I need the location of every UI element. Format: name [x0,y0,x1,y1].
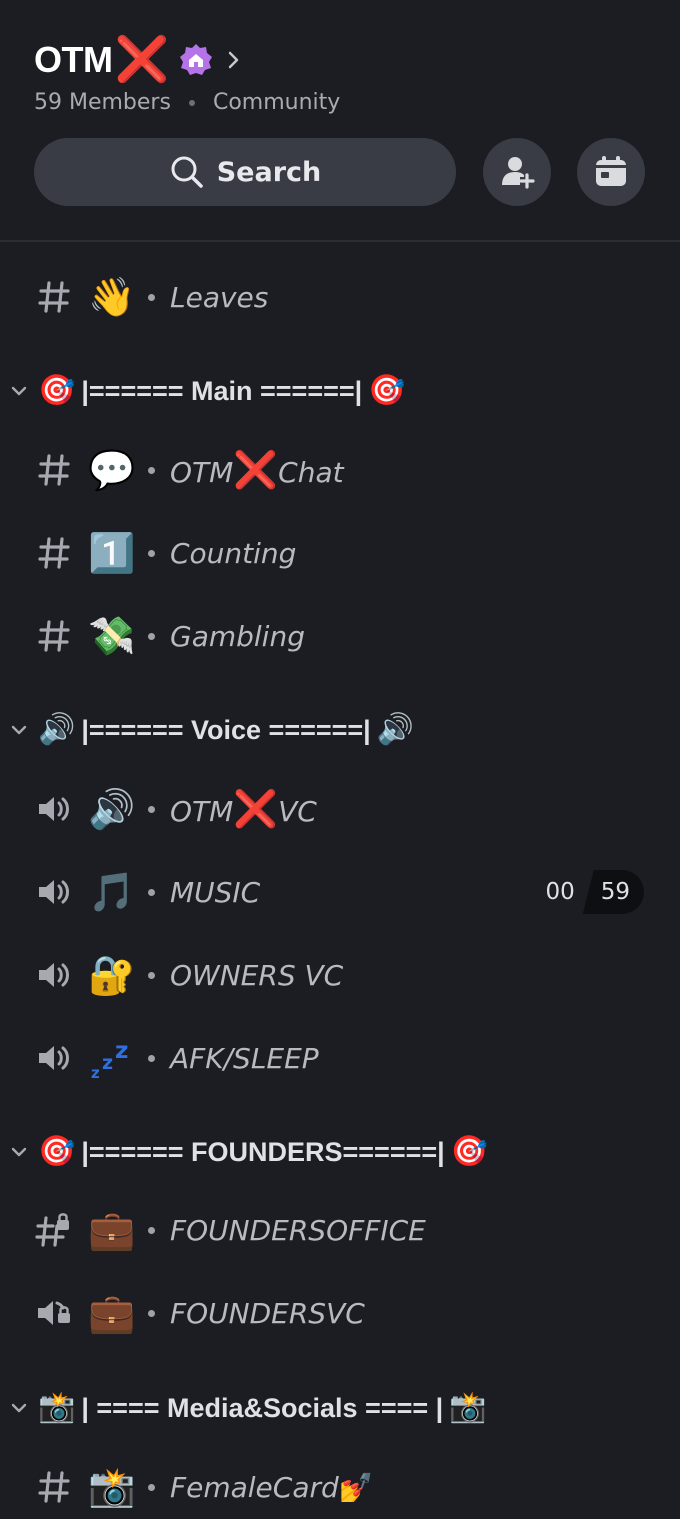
calendar-icon [596,156,626,186]
channel-separator [148,971,155,979]
server-header[interactable]: OTM ❌ 59 Members Community [34,34,654,116]
channel-emoji: 1️⃣ [88,531,136,575]
channel-name: AFK/SLEEP [170,1041,319,1075]
channel-emoji: 💼 [88,1291,136,1335]
channel-counting[interactable]: 1️⃣ Counting [0,523,680,583]
channel-name: MUSIC [170,875,261,909]
channel-separator [148,1226,155,1234]
locked-voice-channel-icon [34,1293,74,1333]
channel-foundersoffice[interactable]: 💼 FOUNDERSOFFICE [0,1200,680,1260]
category-emoji: 🔊 [38,712,76,747]
channel-emoji: 📸 [88,1465,136,1509]
category-media-socials[interactable]: 📸 | ==== Media&Socials ==== | 📸 [0,1384,680,1432]
search-label: Search [216,156,322,188]
chevron-down-icon [11,386,27,396]
category-emoji: 🎯 [450,1134,489,1169]
channel-name: Counting [170,536,297,570]
search-button[interactable]: Search [34,138,456,206]
category-main[interactable]: 🎯 |====== Main ======| 🎯 [0,367,680,415]
invite-members-button[interactable] [483,138,551,206]
channel-emoji: 💸 [88,614,136,658]
text-channel-icon [34,533,74,573]
category-label: |====== Main ======| [81,375,363,406]
zzz-emoji: z z z [88,1034,136,1082]
channel-separator [148,888,155,896]
server-name[interactable]: OTM [34,39,113,81]
voice-user-count: 00 59 [545,870,644,914]
text-channel-icon [34,450,74,490]
search-icon [171,156,203,188]
text-channel-icon [34,277,74,317]
chevron-down-icon [11,725,27,735]
community-badge-icon [180,44,213,75]
chevron-down-icon [11,1147,27,1157]
category-voice[interactable]: 🔊 |====== Voice ======| 🔊 [0,706,680,754]
channel-gambling[interactable]: 💸 Gambling [0,606,680,666]
channel-separator [148,1309,155,1317]
channel-name: FOUNDERSOFFICE [170,1213,426,1247]
meta-separator [188,99,195,106]
chevron-right-icon[interactable] [227,50,241,70]
text-channel-icon [34,616,74,656]
channel-foundersvc[interactable]: 💼 FOUNDERSVC [0,1283,680,1343]
category-label: |====== FOUNDERS======| [81,1136,445,1167]
channel-separator [148,1483,155,1491]
server-name-mark: ❌ [114,34,170,85]
text-channel-icon [34,1467,74,1507]
voice-channel-icon [34,872,74,912]
category-founders[interactable]: 🎯 |====== FOUNDERS======| 🎯 [0,1128,680,1176]
channel-otm-chat[interactable]: 💬 OTM❌Chat [0,440,680,500]
channel-afk-sleep[interactable]: z z z AFK/SLEEP [0,1028,680,1088]
voice-channel-icon [34,1038,74,1078]
channel-emoji: 🔊 [88,787,136,831]
channel-emoji: 🔐 [88,953,136,997]
category-emoji: 🔊 [376,712,415,747]
user-count-current: 00 [545,879,575,905]
channel-separator [148,549,155,557]
header-divider [0,240,680,242]
channel-otm-vc[interactable]: 🔊 OTM❌VC [0,779,680,839]
svg-text:z: z [115,1038,128,1064]
category-label: | ==== Media&Socials ==== | [81,1392,444,1423]
svg-text:z: z [91,1064,100,1080]
channel-separator [148,293,155,301]
category-emoji: 🎯 [38,1134,76,1169]
channel-emoji: 🎵 [88,870,136,914]
channel-owners-vc[interactable]: 🔐 OWNERS VC [0,945,680,1005]
channel-name: Gambling [170,619,305,653]
channel-separator [148,466,155,474]
channel-name: OTM❌VC [170,789,317,830]
channel-name: Leaves [170,280,269,314]
category-emoji: 🎯 [368,373,406,408]
category-emoji: 🎯 [38,373,76,408]
channel-name: OTM❌Chat [170,450,344,491]
member-count: 59 Members [34,90,171,115]
server-type: Community [212,90,341,115]
channel-emoji: 💼 [88,1208,136,1252]
voice-channel-icon [34,955,74,995]
channel-emoji: 👋 [88,275,136,319]
channel-femalecard[interactable]: 📸 FemaleCard💅 [0,1457,680,1517]
channel-separator [148,632,155,640]
channel-name: FemaleCard💅 [170,1470,374,1504]
channel-leaves[interactable]: 👋 Leaves [0,267,680,327]
svg-text:z: z [102,1052,113,1074]
channel-separator [148,805,155,813]
locked-text-channel-icon [34,1210,74,1250]
channel-emoji: 💬 [88,448,136,492]
chevron-down-icon [11,1403,27,1413]
user-count-limit: 59 [582,870,644,914]
voice-channel-icon [34,789,74,829]
category-label: |====== Voice ======| [81,714,371,745]
events-button[interactable] [577,138,645,206]
category-emoji: 📸 [449,1390,487,1425]
channel-separator [148,1054,155,1062]
add-user-icon [502,157,535,189]
channel-name: FOUNDERSVC [170,1296,365,1330]
channel-name: OWNERS VC [170,958,344,992]
server-sidebar: OTM ❌ 59 Members Community Search 👋 Leav… [0,0,680,1519]
category-emoji: 📸 [38,1390,76,1425]
channel-music[interactable]: 🎵 MUSIC 00 59 [0,862,680,922]
